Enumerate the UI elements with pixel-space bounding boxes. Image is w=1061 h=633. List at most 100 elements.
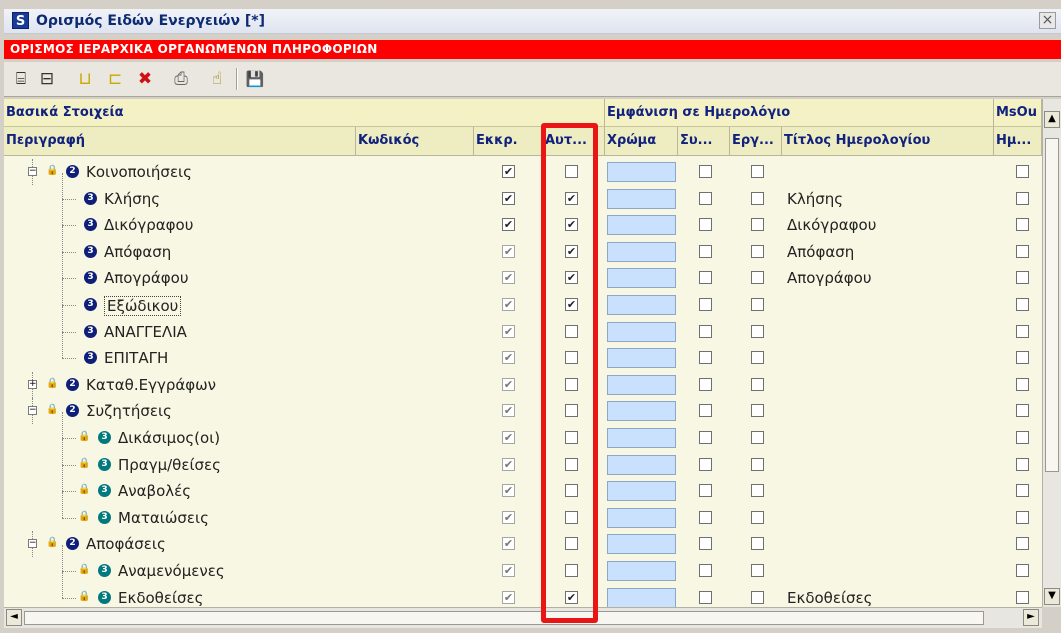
color-picker-cell[interactable] bbox=[607, 295, 676, 315]
tree-expander-icon[interactable]: − bbox=[28, 167, 37, 176]
erg-checkbox[interactable] bbox=[751, 484, 764, 498]
tree-expander-icon[interactable]: − bbox=[28, 406, 37, 416]
sy-checkbox[interactable] bbox=[699, 244, 712, 258]
erg-checkbox[interactable] bbox=[751, 564, 764, 577]
table-row[interactable]: 3 ΑΝΑΓΓΕΛΙΑ ✔ bbox=[4, 305, 1029, 345]
hm-checkbox[interactable] bbox=[1016, 298, 1029, 311]
sy-checkbox[interactable] bbox=[699, 404, 712, 418]
table-row[interactable]: 3 Κλήσης ✔ ✔ Κλήσης bbox=[4, 172, 1029, 212]
aut-checkbox[interactable] bbox=[565, 324, 578, 338]
erg-checkbox[interactable] bbox=[751, 351, 764, 365]
hm-checkbox[interactable] bbox=[1016, 351, 1029, 365]
table-row[interactable]: 🔒 3 Αναμενόμενες ✔ bbox=[4, 545, 1029, 584]
scroll-right-button[interactable]: ► bbox=[1023, 609, 1039, 626]
scroll-down-button[interactable]: ▼ bbox=[1044, 588, 1060, 605]
hm-checkbox[interactable] bbox=[1016, 431, 1029, 444]
ekkr-checkbox[interactable]: ✔ bbox=[502, 271, 515, 285]
aut-checkbox[interactable]: ✔ bbox=[565, 191, 578, 205]
sy-checkbox[interactable] bbox=[699, 590, 712, 604]
hm-checkbox[interactable] bbox=[1016, 324, 1029, 338]
aut-checkbox[interactable]: ✔ bbox=[565, 298, 578, 311]
table-row[interactable]: 3 Απόφαση ✔ ✔ Απόφαση bbox=[4, 225, 1029, 265]
erg-checkbox[interactable] bbox=[751, 404, 764, 418]
color-picker-cell[interactable] bbox=[607, 561, 676, 581]
color-picker-cell[interactable] bbox=[607, 534, 676, 555]
color-picker-cell[interactable] bbox=[607, 215, 676, 236]
column-header-sy[interactable]: Συ... bbox=[678, 127, 730, 156]
aut-checkbox[interactable] bbox=[565, 165, 578, 178]
table-row[interactable]: 🔒 3 Πραγμ/θείσες ✔ bbox=[4, 438, 1029, 478]
aut-checkbox[interactable]: ✔ bbox=[565, 271, 578, 285]
ekkr-checkbox[interactable]: ✔ bbox=[502, 377, 515, 391]
hm-checkbox[interactable] bbox=[1016, 457, 1029, 471]
sy-checkbox[interactable] bbox=[699, 537, 712, 551]
table-row[interactable]: + 🔒 2 Καταθ.Εγγράφων ✔ bbox=[4, 371, 1029, 398]
aut-checkbox[interactable]: ✔ bbox=[565, 218, 578, 232]
sy-checkbox[interactable] bbox=[699, 191, 712, 205]
sy-checkbox[interactable] bbox=[699, 218, 712, 232]
color-picker-cell[interactable] bbox=[607, 188, 676, 209]
sy-checkbox[interactable] bbox=[699, 351, 712, 365]
aut-checkbox[interactable]: ✔ bbox=[565, 590, 578, 604]
hm-checkbox[interactable] bbox=[1016, 218, 1029, 232]
hm-checkbox[interactable] bbox=[1016, 590, 1029, 604]
table-row[interactable]: 3 ΕΠΙΤΑΓΗ ✔ bbox=[4, 332, 1029, 371]
close-button[interactable]: × bbox=[1039, 12, 1056, 29]
erg-checkbox[interactable] bbox=[751, 298, 764, 311]
ekkr-checkbox[interactable]: ✔ bbox=[502, 244, 515, 258]
tree-expander-icon[interactable]: − bbox=[28, 539, 37, 549]
delete-icon[interactable]: ✖ bbox=[134, 69, 156, 89]
table-row[interactable]: 3 Εξώδικου ✔ ✔ bbox=[4, 279, 1029, 318]
aut-checkbox[interactable]: ✔ bbox=[565, 244, 578, 258]
vertical-scrollbar[interactable]: ▲ ▼ bbox=[1042, 99, 1061, 607]
ekkr-checkbox[interactable]: ✔ bbox=[502, 510, 515, 524]
sy-checkbox[interactable] bbox=[699, 271, 712, 285]
erg-checkbox[interactable] bbox=[751, 377, 764, 391]
color-picker-cell[interactable] bbox=[607, 454, 676, 475]
erg-checkbox[interactable] bbox=[751, 324, 764, 338]
column-header-ekkr[interactable]: Εκκρ. bbox=[474, 127, 543, 156]
tree-collapse-icon[interactable]: ⊟ bbox=[36, 69, 58, 89]
erg-checkbox[interactable] bbox=[751, 537, 764, 551]
color-picker-cell[interactable] bbox=[607, 162, 676, 182]
tree-expand-icon[interactable]: ⌸ bbox=[10, 69, 32, 89]
color-picker-cell[interactable] bbox=[607, 321, 676, 342]
erg-checkbox[interactable] bbox=[751, 218, 764, 232]
erg-checkbox[interactable] bbox=[751, 590, 764, 604]
color-picker-cell[interactable] bbox=[607, 507, 676, 528]
table-row[interactable]: − 🔒 2 Συζητήσεις ✔ bbox=[4, 398, 1029, 425]
title-bar[interactable]: S Ορισμός Ειδών Ενεργειών [*] × bbox=[4, 9, 1061, 34]
hm-checkbox[interactable] bbox=[1016, 564, 1029, 577]
insert-child-icon[interactable]: ⊏ bbox=[104, 69, 126, 89]
print-icon[interactable]: ⎙ bbox=[170, 69, 192, 89]
aut-checkbox[interactable] bbox=[565, 484, 578, 498]
hm-checkbox[interactable] bbox=[1016, 510, 1029, 524]
column-header-color[interactable]: Χρώμα bbox=[605, 127, 678, 156]
vertical-scroll-thumb[interactable] bbox=[1045, 138, 1059, 472]
aut-checkbox[interactable] bbox=[565, 431, 578, 444]
color-picker-cell[interactable] bbox=[607, 481, 676, 502]
table-row[interactable]: 🔒 3 Εκδοθείσες ✔ ✔ Εκδοθείσες bbox=[4, 571, 1029, 607]
table-row[interactable]: 3 Δικόγραφου ✔ ✔ Δικόγραφου bbox=[4, 199, 1029, 238]
ekkr-checkbox[interactable]: ✔ bbox=[502, 564, 515, 577]
table-row[interactable]: 3 Απογράφου ✔ ✔ Απογράφου bbox=[4, 252, 1029, 291]
column-header-erg[interactable]: Εργ... bbox=[730, 127, 782, 156]
color-picker-cell[interactable] bbox=[607, 401, 676, 422]
aut-checkbox[interactable] bbox=[565, 404, 578, 418]
sy-checkbox[interactable] bbox=[699, 298, 712, 311]
scroll-left-button[interactable]: ◄ bbox=[6, 609, 22, 626]
color-picker-cell[interactable] bbox=[607, 587, 676, 607]
ekkr-checkbox[interactable]: ✔ bbox=[502, 191, 515, 205]
aut-checkbox[interactable] bbox=[565, 537, 578, 551]
hm-checkbox[interactable] bbox=[1016, 165, 1029, 178]
ekkr-checkbox[interactable]: ✔ bbox=[502, 590, 515, 604]
ekkr-checkbox[interactable]: ✔ bbox=[502, 484, 515, 498]
aut-checkbox[interactable] bbox=[565, 457, 578, 471]
color-picker-cell[interactable] bbox=[607, 348, 676, 369]
tree-expander-icon[interactable]: + bbox=[28, 379, 37, 389]
hm-checkbox[interactable] bbox=[1016, 404, 1029, 418]
hm-checkbox[interactable] bbox=[1016, 484, 1029, 498]
sy-checkbox[interactable] bbox=[699, 377, 712, 391]
column-header-aut[interactable]: Αυτ... bbox=[543, 127, 605, 156]
ekkr-checkbox[interactable]: ✔ bbox=[502, 404, 515, 418]
